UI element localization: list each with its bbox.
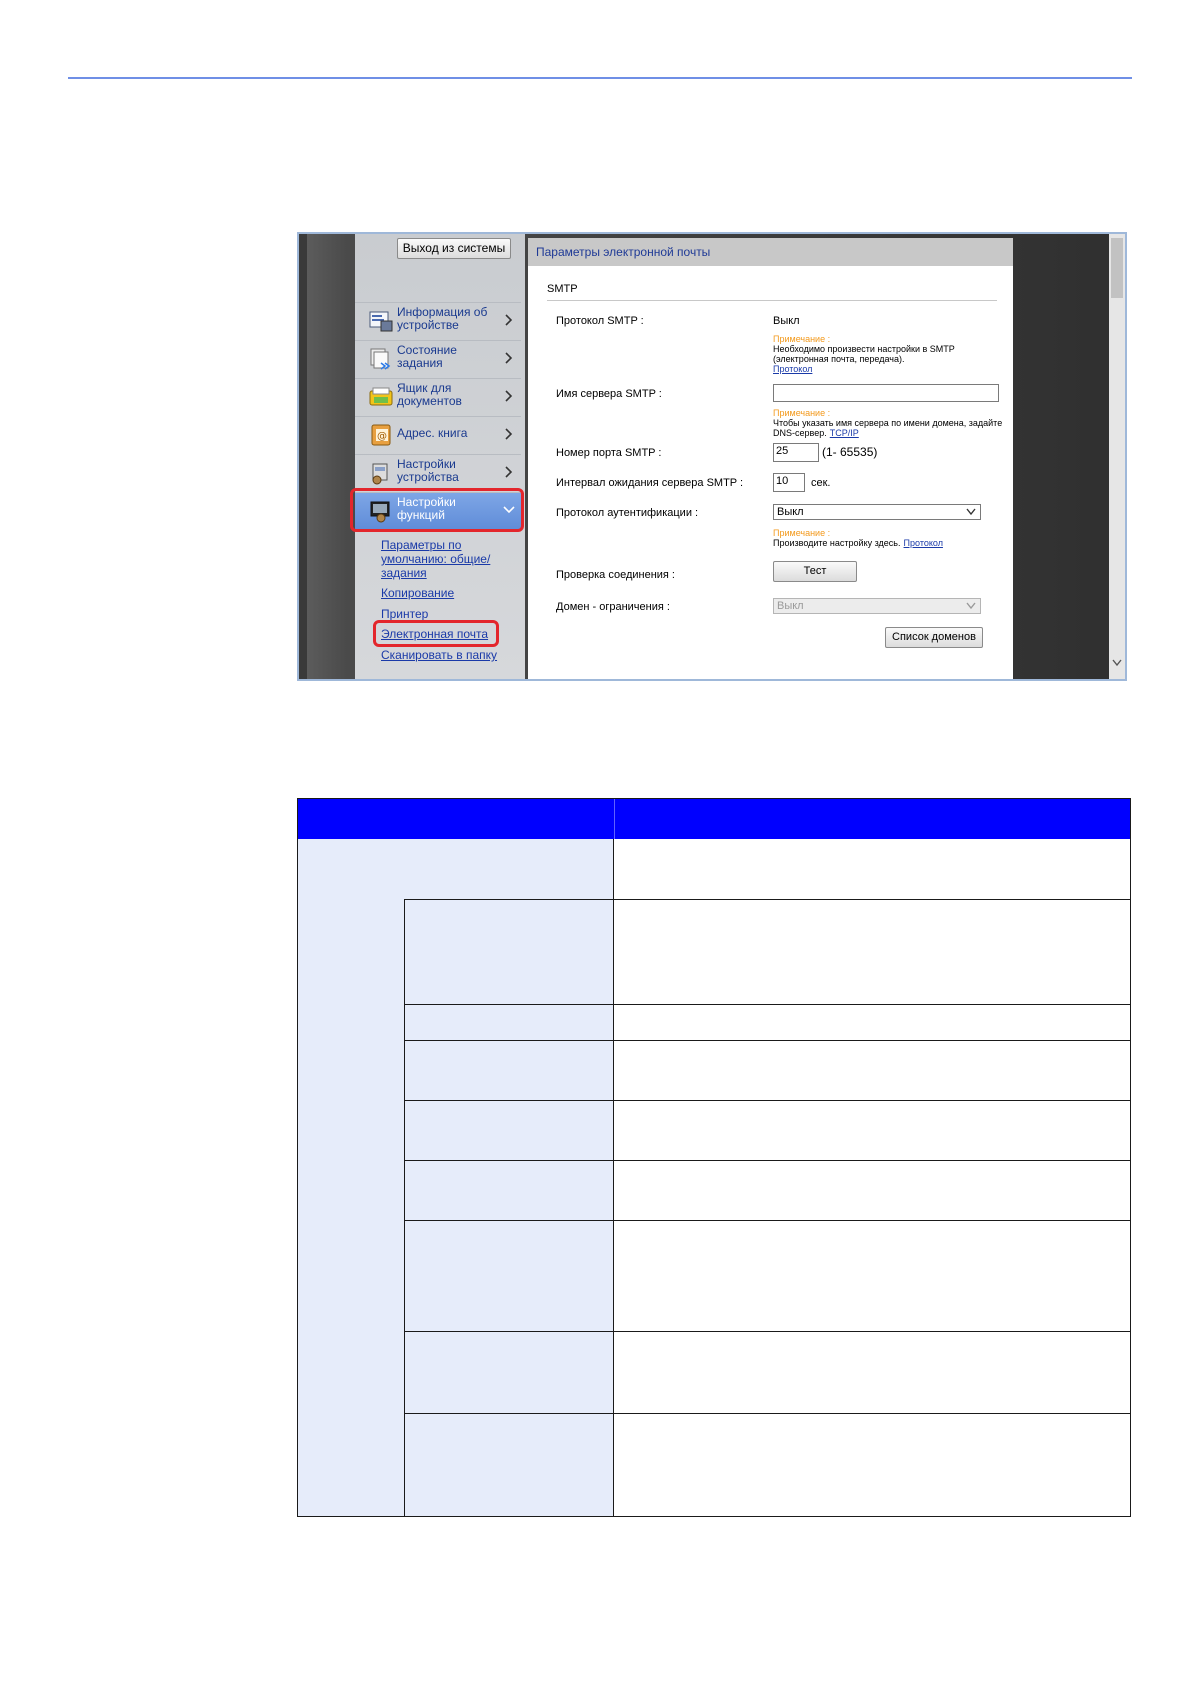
table-row-label — [405, 899, 614, 1004]
timeout-input[interactable]: 10 — [773, 473, 805, 492]
table-row-divider — [614, 1220, 1130, 1221]
table-row-label — [405, 1160, 614, 1220]
chevron-right-icon — [505, 314, 513, 326]
domain-restriction-label: Домен - ограничения : — [556, 601, 670, 613]
table-header — [298, 799, 1130, 839]
connection-test-label: Проверка соединения : — [556, 569, 675, 581]
highlight-email — [373, 620, 499, 647]
settings-table — [297, 798, 1131, 1517]
table-row-divider — [614, 1331, 1130, 1332]
table-group-column — [298, 839, 405, 1516]
table-row-label — [405, 1331, 614, 1413]
note-auth-protocol-link[interactable]: Протокол — [904, 538, 943, 548]
table-group-row — [298, 839, 614, 899]
web-ui-screenshot: Выход из системы Информация об устройств… — [297, 232, 1127, 681]
note-tcpip-link[interactable]: TCP/IP — [830, 428, 859, 438]
device-settings-icon — [372, 463, 388, 485]
domain-list-button[interactable]: Список доменов — [885, 627, 983, 648]
port-input[interactable]: 25 — [773, 443, 819, 462]
test-button[interactable]: Тест — [773, 561, 857, 582]
server-name-label: Имя сервера SMTP : — [556, 388, 662, 400]
table-row-divider — [614, 1040, 1130, 1041]
note-auth: Примечание : Производите настройку здесь… — [773, 528, 943, 548]
submenu-scan-folder-link[interactable]: Сканировать в папку — [381, 648, 497, 662]
email-settings-panel: SMTP Протокол SMTP : Выкл Примечание : Н… — [528, 266, 1013, 679]
table-row-divider — [614, 1160, 1130, 1161]
address-book-icon: @ — [371, 424, 391, 446]
scrollbar[interactable] — [1109, 234, 1125, 679]
timeout-unit: сек. — [811, 477, 831, 489]
document-box-icon — [369, 387, 393, 406]
table-row-divider — [614, 1413, 1130, 1414]
submenu-defaults-link[interactable]: Параметры по умолчанию: общие/задания — [381, 538, 491, 580]
note-smtp: Примечание : Необходимо произвести настр… — [773, 334, 955, 374]
section-title: SMTP — [547, 283, 578, 295]
table-row-divider — [614, 899, 1130, 900]
menu-item-address-book[interactable]: @ Адрес. книга — [355, 416, 521, 454]
section-divider — [547, 300, 997, 301]
smtp-protocol-value: Выкл — [773, 315, 800, 327]
chevron-down-icon — [966, 602, 976, 610]
submenu-printer-link[interactable]: Принтер — [381, 607, 428, 621]
note-dns: Примечание : Чтобы указать имя сервера п… — [773, 408, 1003, 438]
table-row-label — [405, 1040, 614, 1100]
menu-item-device-info[interactable]: Информация об устройстве — [355, 302, 521, 340]
chevron-down-icon — [966, 508, 976, 516]
table-row-label — [405, 1220, 614, 1331]
highlight-function-settings — [350, 488, 524, 532]
job-status-icon — [370, 348, 391, 370]
port-label: Номер порта SMTP : — [556, 447, 662, 459]
chevron-right-icon — [505, 352, 513, 364]
table-row-label — [405, 1004, 614, 1040]
table-row-label — [405, 1413, 614, 1516]
menu-item-job-status[interactable]: Состояние задания — [355, 340, 521, 378]
scroll-down-arrow-icon[interactable] — [1112, 659, 1122, 667]
note-smtp-protocol-link[interactable]: Протокол — [773, 364, 812, 374]
domain-restriction-select[interactable]: Выкл — [773, 598, 981, 614]
table-row-divider — [614, 1004, 1130, 1005]
timeout-label: Интервал ожидания сервера SMTP : — [556, 477, 744, 489]
menu-item-device-settings[interactable]: Настройки устройства — [355, 454, 521, 492]
chevron-right-icon — [505, 466, 513, 478]
scroll-thumb[interactable] — [1111, 238, 1123, 298]
svg-text:@: @ — [377, 431, 387, 442]
port-range: (1- 65535) — [822, 445, 878, 459]
auth-label: Протокол аутентификации : — [556, 507, 699, 519]
submenu-copy-link[interactable]: Копирование — [381, 586, 454, 600]
menu-item-document-box[interactable]: Ящик для документов — [355, 378, 521, 416]
panel-title: Параметры электронной почты — [528, 238, 1013, 266]
header-rule — [68, 77, 1132, 79]
smtp-protocol-label: Протокол SMTP : — [556, 315, 644, 327]
chevron-right-icon — [505, 428, 513, 440]
logout-button[interactable]: Выход из системы — [397, 238, 511, 259]
table-row-label — [405, 1100, 614, 1160]
sidebar: Выход из системы Информация об устройств… — [350, 234, 525, 679]
device-info-icon — [369, 311, 393, 332]
chevron-right-icon — [505, 390, 513, 402]
server-name-input[interactable] — [773, 384, 999, 402]
table-row-divider — [614, 1100, 1130, 1101]
auth-select[interactable]: Выкл — [773, 504, 981, 520]
